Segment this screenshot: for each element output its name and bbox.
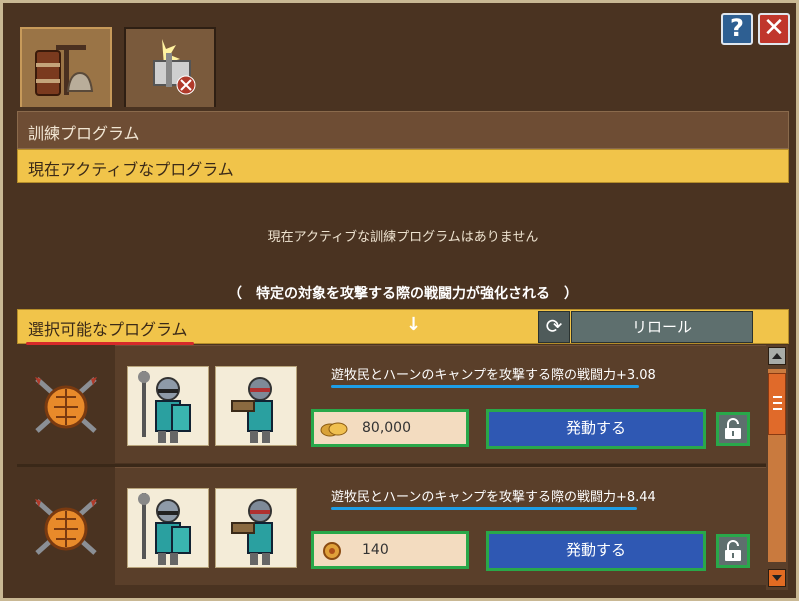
cost-box: 80,000 — [311, 409, 469, 447]
unit-card-crossbow-knight — [215, 488, 297, 568]
lock-button[interactable] — [716, 412, 750, 446]
blue-underline — [331, 507, 637, 510]
unit-card-crossbow-knight — [215, 366, 297, 446]
cost-value: 140 — [362, 542, 389, 558]
ruby-coin-icon — [323, 542, 341, 560]
training-tab[interactable] — [20, 27, 112, 107]
wooden-training-dummy-icon — [35, 45, 94, 96]
crossed-swords-shield-icon — [35, 377, 97, 433]
deactivate-tab[interactable] — [124, 27, 216, 107]
unit-card-mace-knight — [127, 488, 209, 568]
unit-cancel-icon — [153, 39, 196, 95]
program-row: 遊牧民とハーンのキャンプを攻撃する際の戦闘力+8.44 140 発動する — [17, 467, 766, 585]
activate-button[interactable]: 発動する — [486, 531, 706, 571]
available-programs-label: 選択可能なプログラム — [26, 316, 194, 345]
program-stat: 遊牧民とハーンのキャンプを攻撃する際の戦闘力+3.08 — [331, 364, 656, 388]
triangle-down-icon — [772, 575, 782, 581]
cost-box: 140 — [311, 531, 469, 569]
padlock-icon — [725, 540, 741, 561]
scrollbar[interactable] — [766, 345, 788, 590]
cost-value: 80,000 — [362, 420, 411, 436]
padlock-icon — [725, 418, 741, 439]
crossed-swords-shield-icon — [35, 499, 97, 555]
active-programs-header: 現在アクティブなプログラム — [17, 149, 789, 183]
scroll-down-button[interactable] — [768, 569, 786, 587]
coin-icon — [320, 422, 348, 437]
unit-card-mace-knight — [127, 366, 209, 446]
down-arrow-icon: ↓ — [406, 314, 422, 335]
empty-message: 現在アクティブな訓練プログラムはありません — [267, 230, 539, 245]
crossbow-knight-unit-icon — [231, 377, 273, 443]
program-stat: 遊牧民とハーンのキャンプを攻撃する際の戦闘力+8.44 — [331, 486, 656, 510]
knight-unit-icon — [138, 371, 191, 443]
close-button[interactable]: ✕ — [758, 13, 790, 45]
scroll-thumb[interactable] — [768, 373, 786, 435]
refresh-icon[interactable]: ⟳ — [538, 311, 570, 343]
reroll-button[interactable]: リロール — [571, 311, 753, 343]
training-window: ? ✕ 訓練プログラム 現在アクティブなプログラム 現在アクティブな訓練プログラ… — [0, 0, 799, 601]
program-row-body: 遊牧民とハーンのキャンプを攻撃する際の戦闘力+3.08 80,000 発動する — [115, 345, 766, 463]
program-row-body: 遊牧民とハーンのキャンプを攻撃する際の戦闘力+8.44 140 発動する — [115, 467, 766, 585]
program-row: 遊牧民とハーンのキャンプを攻撃する際の戦闘力+3.08 80,000 発動する — [17, 345, 766, 463]
knight-unit-icon — [138, 493, 191, 565]
active-programs-area: 現在アクティブな訓練プログラムはありません （ 特定の対象を攻撃する際の戦闘力が… — [17, 184, 789, 306]
blue-underline — [331, 385, 639, 388]
lock-button[interactable] — [716, 534, 750, 568]
scroll-up-button[interactable] — [768, 347, 786, 365]
panel-title: 訓練プログラム — [17, 111, 789, 149]
crossbow-knight-unit-icon — [231, 499, 273, 565]
activate-button[interactable]: 発動する — [486, 409, 706, 449]
bonus-note: （ 特定の対象を攻撃する際の戦闘力が強化される ） — [228, 286, 578, 302]
help-button[interactable]: ? — [721, 13, 753, 45]
triangle-up-icon — [772, 353, 782, 359]
program-list: 遊牧民とハーンのキャンプを攻撃する際の戦闘力+3.08 80,000 発動する — [17, 345, 766, 590]
